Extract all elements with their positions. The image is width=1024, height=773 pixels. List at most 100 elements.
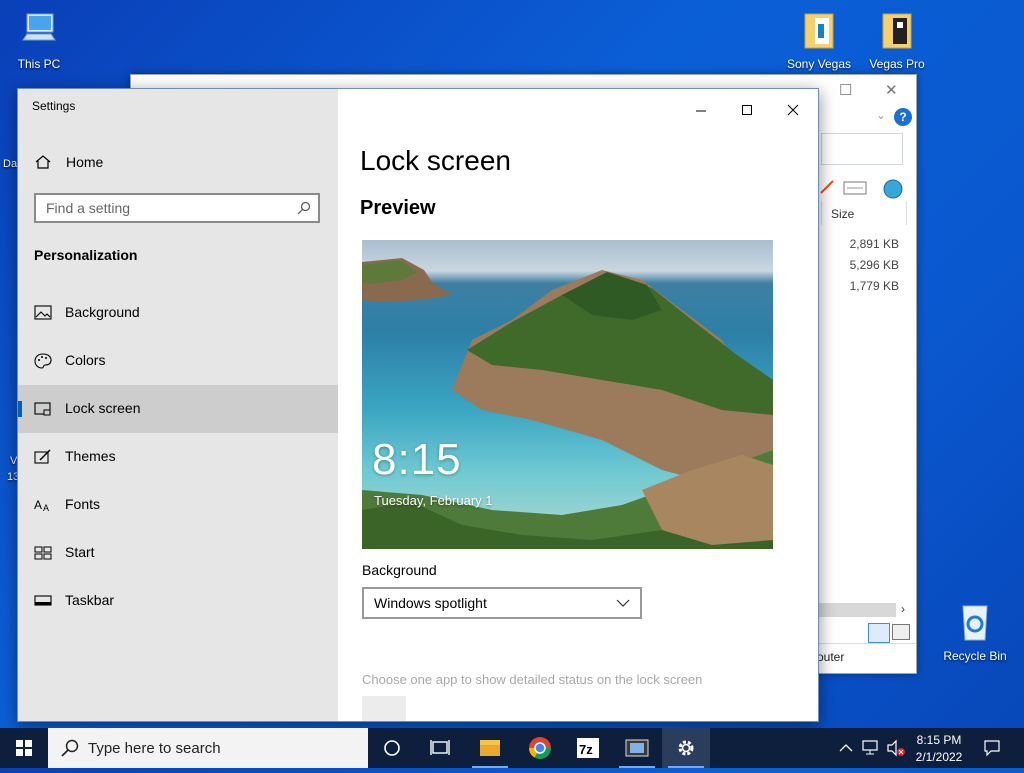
settings-sidebar: Settings Home Personalization Background [18, 89, 338, 721]
scroll-right-icon[interactable]: › [901, 602, 905, 616]
network-icon[interactable] [862, 739, 880, 757]
start-icon [34, 546, 52, 560]
desktop-icon-label: Sony Vegas [786, 57, 852, 71]
search-icon[interactable] [297, 201, 311, 215]
find-setting-box[interactable] [34, 193, 320, 223]
settings-taskbar-button[interactable] [662, 728, 710, 768]
desktop-icon-label: This PC [17, 57, 61, 71]
detailed-status-app-button[interactable] [362, 696, 406, 721]
column-separator [821, 201, 822, 225]
status-separator [816, 643, 916, 644]
minimize-icon [696, 110, 706, 112]
search-icon [61, 739, 79, 757]
file-explorer-button[interactable] [466, 728, 514, 768]
page-title: Lock screen [360, 145, 511, 176]
close-icon[interactable]: ✕ [885, 81, 898, 99]
palette-icon [34, 353, 52, 369]
desktop-edge-text: Da [3, 158, 18, 170]
folder-icon [480, 740, 500, 756]
background-dropdown-value: Windows spotlight [374, 595, 487, 611]
column-separator [906, 201, 907, 225]
maximize-icon[interactable]: ☐ [839, 81, 852, 99]
find-setting-input[interactable] [36, 195, 286, 221]
notifications-icon[interactable] [983, 739, 1001, 757]
gear-icon [678, 740, 694, 756]
status-text: outer [817, 650, 845, 664]
large-icons-view-icon[interactable] [892, 624, 910, 640]
chrome-button[interactable] [516, 728, 564, 768]
svg-text:A: A [34, 498, 42, 512]
7zip-icon: 7z [577, 738, 599, 758]
close-icon [787, 104, 799, 116]
file-size: 1,779 KB [849, 279, 899, 293]
minimize-button[interactable] [678, 95, 724, 123]
nav-item-colors[interactable]: Colors [18, 337, 338, 385]
window-title: Settings [32, 99, 76, 113]
nav-item-label: Colors [65, 352, 106, 368]
lock-screen-icon [34, 402, 51, 416]
nav-home[interactable]: Home [18, 145, 338, 179]
chrome-icon [529, 737, 551, 759]
nav-item-fonts[interactable]: A A Fonts [18, 481, 338, 529]
section-title: Personalization [34, 247, 138, 263]
video-editor-button[interactable] [613, 728, 661, 768]
desktop-icon-recycle-bin[interactable]: Recycle Bin [940, 602, 1010, 663]
close-button[interactable] [770, 95, 816, 123]
nav-item-themes[interactable]: Themes [18, 433, 338, 481]
horizontal-scrollbar[interactable] [816, 603, 896, 617]
preview-heading: Preview [360, 197, 436, 219]
svg-text:A: A [43, 503, 49, 513]
nav-item-start[interactable]: Start [18, 529, 338, 577]
email-icon[interactable] [843, 179, 867, 195]
nav-item-lock-screen[interactable]: Lock screen [18, 385, 338, 433]
7zip-button[interactable]: 7z [564, 728, 612, 768]
nav-item-label: Fonts [65, 496, 101, 512]
film-icon [625, 739, 649, 757]
file-size: 5,296 KB [849, 258, 899, 272]
nav-item-label: Start [65, 544, 95, 560]
nav-item-label: Themes [65, 448, 116, 464]
detailed-status-hint: Choose one app to show detailed status o… [362, 672, 703, 687]
desktop-icon-sony-vegas[interactable]: Sony Vegas [784, 10, 854, 71]
start-button[interactable] [0, 728, 48, 768]
volume-muted-icon[interactable] [886, 739, 906, 757]
background-dropdown[interactable]: Windows spotlight [362, 587, 642, 619]
task-view-icon [430, 740, 450, 755]
nav-item-label: Lock screen [65, 400, 141, 416]
search-box[interactable] [821, 133, 903, 165]
nav-item-label: Background [65, 304, 140, 320]
taskbar-date[interactable]: 2/1/2022 [913, 750, 965, 764]
cortana-button[interactable] [368, 728, 416, 768]
folder-icon [804, 13, 834, 49]
folder-icon [882, 13, 912, 49]
globe-icon[interactable] [882, 179, 904, 199]
taskbar: Type here to search 7z 8:15 PM 2/1/2022 [0, 728, 1024, 768]
nav-item-taskbar[interactable]: Taskbar [18, 577, 338, 625]
home-icon [35, 155, 51, 169]
nav-item-label: Taskbar [65, 592, 115, 608]
nav-item-background[interactable]: Background [18, 289, 338, 337]
recycle-bin-icon [962, 605, 988, 641]
taskbar-time[interactable]: 8:15 PM [913, 733, 965, 747]
task-view-button[interactable] [416, 728, 464, 768]
chevron-down-icon[interactable]: ⌄ [876, 108, 886, 122]
size-column-header[interactable]: Size [831, 207, 854, 221]
help-icon[interactable]: ? [894, 108, 912, 126]
computer-icon [22, 13, 56, 41]
desktop-icon-this-pc[interactable]: This PC [4, 10, 74, 71]
cortana-icon [384, 740, 400, 756]
edit-icon[interactable] [819, 179, 835, 195]
nav-home-label: Home [66, 154, 104, 170]
settings-window[interactable]: Settings Home Personalization Background [17, 88, 819, 722]
details-view-icon[interactable] [868, 623, 890, 643]
chevron-up-icon[interactable] [839, 739, 853, 757]
preview-date: Tuesday, February 1 [374, 493, 493, 508]
svg-text:7z: 7z [579, 742, 593, 757]
lock-screen-preview: 8:15 Tuesday, February 1 [362, 240, 773, 549]
taskbar-search-box[interactable]: Type here to search [48, 728, 368, 768]
settings-content: Lock screen Preview 8:15 Tuesday, Februa… [338, 89, 818, 721]
background-label: Background [362, 562, 437, 578]
desktop-icon-vegas-pro[interactable]: Vegas Pro [862, 10, 932, 71]
taskbar-icon [34, 595, 52, 606]
maximize-button[interactable] [724, 95, 770, 123]
